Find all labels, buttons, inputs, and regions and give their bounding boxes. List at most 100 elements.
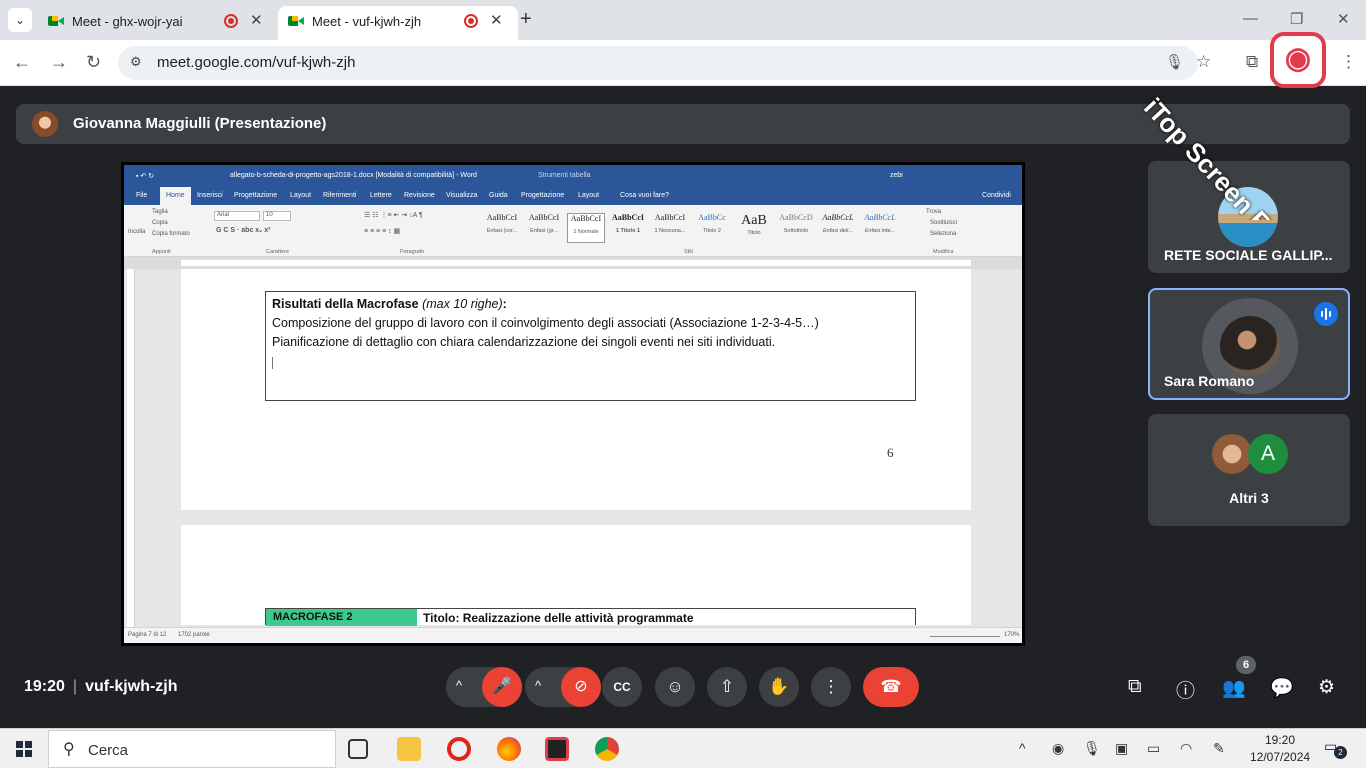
- align-buttons[interactable]: ≡ ≡ ≡ ≡ ↕ ▦: [364, 227, 400, 235]
- tab-layout[interactable]: Layout: [290, 192, 311, 199]
- url-text[interactable]: meet.google.com/vuf-kjwh-zjh: [157, 54, 355, 71]
- tab-view[interactable]: Visualizza: [446, 192, 477, 199]
- close-tab-icon[interactable]: ✕: [250, 11, 263, 29]
- tab-review[interactable]: Revisione: [404, 192, 435, 199]
- style-item[interactable]: AaBbCcI 1 Nessuna...: [651, 213, 689, 243]
- taskbar-search[interactable]: ⚲ Cerca: [48, 730, 336, 768]
- tab-meet-vuf[interactable]: Meet - vuf-kjwh-zjh ✕: [278, 6, 518, 40]
- copy-button[interactable]: Copia: [152, 220, 168, 226]
- taskbar-clock[interactable]: 19:20 12/07/2024: [1250, 732, 1310, 766]
- close-tab-icon[interactable]: ✕: [490, 11, 503, 29]
- present-button[interactable]: ⇧: [707, 667, 747, 707]
- meeting-details-icon[interactable]: ⓘ: [1176, 676, 1195, 703]
- reload-button[interactable]: ↻: [86, 52, 101, 73]
- activities-icon[interactable]: ⚙: [1318, 676, 1335, 699]
- tab-mailings[interactable]: Lettere: [370, 192, 392, 199]
- mic-off-button[interactable]: 🎤: [482, 667, 522, 707]
- tell-me-search[interactable]: Cosa vuoi fare?: [620, 192, 669, 199]
- find-button[interactable]: Trova: [926, 209, 941, 215]
- format-buttons[interactable]: G C S · abc x₂ x²: [216, 227, 270, 234]
- font-group-label: Carattere: [266, 249, 289, 255]
- new-tab-button[interactable]: +: [520, 8, 532, 31]
- tab-design[interactable]: Progettazione: [234, 192, 277, 199]
- tab-help[interactable]: Guida: [489, 192, 508, 199]
- others-tile[interactable]: A Altri 3: [1148, 414, 1350, 526]
- wifi-icon[interactable]: ◠: [1180, 740, 1192, 757]
- start-button[interactable]: [16, 741, 32, 757]
- participant-tile[interactable]: RETE SOCIALE GALLIP...: [1148, 161, 1350, 273]
- emoji-button[interactable]: ☺: [655, 667, 695, 707]
- zoom-level[interactable]: 170%: [1004, 632, 1019, 638]
- tab-insert[interactable]: Inserisci: [197, 192, 223, 199]
- tab-meet-ghx[interactable]: Meet - ghx-wojr-yai ✕: [38, 6, 278, 40]
- style-item[interactable]: AaBbCcI 1 Normale: [567, 213, 605, 243]
- forward-button[interactable]: →: [50, 52, 68, 73]
- font-size-box[interactable]: 10: [263, 211, 291, 221]
- opera-icon[interactable]: [447, 737, 471, 761]
- chrome-icon[interactable]: [595, 737, 619, 761]
- browser-menu-icon[interactable]: ⋮: [1340, 52, 1357, 72]
- style-item[interactable]: AaBbCcI Enfasi (cor...: [483, 213, 521, 243]
- minimize-button[interactable]: —: [1243, 10, 1258, 27]
- cut-button[interactable]: Taglia: [152, 209, 168, 215]
- video-options-chevron-icon[interactable]: ^: [535, 678, 541, 693]
- replace-button[interactable]: Sostituisci: [930, 220, 957, 226]
- cast-icon[interactable]: ⧉: [1128, 676, 1142, 698]
- people-icon[interactable]: 👥: [1222, 676, 1246, 700]
- firefox-icon[interactable]: [497, 737, 521, 761]
- file-explorer-icon[interactable]: [397, 737, 421, 761]
- style-item[interactable]: AaB Titolo: [735, 213, 773, 243]
- battery-icon[interactable]: ▭: [1147, 740, 1160, 757]
- captions-button[interactable]: CC: [602, 667, 642, 707]
- meeting-time: 19:20: [24, 678, 65, 695]
- back-button[interactable]: ←: [13, 52, 31, 73]
- font-name-box[interactable]: Arial: [214, 211, 260, 221]
- recording-icon: [464, 14, 478, 28]
- zoom-slider[interactable]: [930, 636, 1000, 637]
- pen-icon[interactable]: ✎: [1213, 740, 1225, 757]
- style-item[interactable]: AaBbCcL Enfasi deli...: [819, 213, 857, 243]
- style-item[interactable]: AaBbCc Titolo 2: [693, 213, 731, 243]
- tray-overflow-icon[interactable]: ^: [1019, 740, 1026, 756]
- select-button[interactable]: Seleziona: [930, 231, 956, 237]
- style-item[interactable]: AaBbCcL Enfasi inte...: [861, 213, 899, 243]
- task-view-icon[interactable]: [348, 739, 368, 759]
- tab-table-design[interactable]: Progettazione: [521, 192, 564, 199]
- raise-hand-button[interactable]: ✋: [759, 667, 799, 707]
- participant-tile[interactable]: Sara Romano: [1148, 288, 1350, 400]
- microphone-tray-icon[interactable]: 🎙: [1083, 740, 1101, 757]
- share-button[interactable]: Condividi: [982, 192, 1011, 199]
- tab-search-button[interactable]: ⌄: [8, 8, 32, 32]
- notifications-icon[interactable]: ▭ 2: [1324, 738, 1347, 759]
- webcam-icon[interactable]: ◉: [1052, 740, 1064, 757]
- doc-line: Composizione del gruppo di lavoro con il…: [272, 316, 819, 330]
- bookmark-star-icon[interactable]: ☆: [1196, 52, 1211, 72]
- tab-table-layout[interactable]: Layout: [578, 192, 599, 199]
- screen-share-tray-icon[interactable]: ▣: [1115, 740, 1128, 757]
- screen-recorder-icon[interactable]: [545, 737, 569, 761]
- document-page[interactable]: Risultati della Macrofase (max 10 righe)…: [181, 269, 971, 510]
- restore-button[interactable]: ❐: [1290, 10, 1303, 28]
- audio-options-chevron-icon[interactable]: ^: [456, 678, 462, 693]
- list-buttons[interactable]: ☰ ☷ ⋮≡ ⇤ ⇥ ↓A ¶: [364, 211, 423, 219]
- document-page[interactable]: MACROFASE 2 Titolo: Realizzazione delle …: [181, 525, 971, 626]
- extensions-icon[interactable]: ⧉: [1246, 52, 1258, 72]
- tab-file[interactable]: File: [136, 192, 147, 199]
- chat-icon[interactable]: 💬: [1270, 676, 1294, 700]
- style-item[interactable]: AaBbCcI Enfasi (gr...: [525, 213, 563, 243]
- tab-home[interactable]: Home: [160, 187, 191, 205]
- close-window-button[interactable]: ✕: [1337, 10, 1350, 28]
- macrofase-row[interactable]: MACROFASE 2 Titolo: Realizzazione delle …: [265, 608, 916, 626]
- format-painter-button[interactable]: Copia formato: [152, 231, 190, 237]
- camera-off-button[interactable]: ⊘: [561, 667, 601, 707]
- more-options-button[interactable]: ⋮: [811, 667, 851, 707]
- styles-gallery[interactable]: AaBbCcI Enfasi (cor... AaBbCcI Enfasi (gr.…: [481, 205, 911, 249]
- tab-references[interactable]: Riferimenti: [323, 192, 356, 199]
- style-item[interactable]: AaBbCcD Sottotitolo: [777, 213, 815, 243]
- site-info-icon[interactable]: ⚙: [130, 54, 142, 70]
- paste-button[interactable]: Incolla: [128, 229, 145, 235]
- microphone-icon[interactable]: 🎙: [1165, 53, 1184, 71]
- leave-call-button[interactable]: ☎: [863, 667, 919, 707]
- style-item[interactable]: AaBbCcI 1 Titolo 1: [609, 213, 647, 243]
- address-bar[interactable]: ⚙ meet.google.com/vuf-kjwh-zjh 🎙: [118, 46, 1198, 80]
